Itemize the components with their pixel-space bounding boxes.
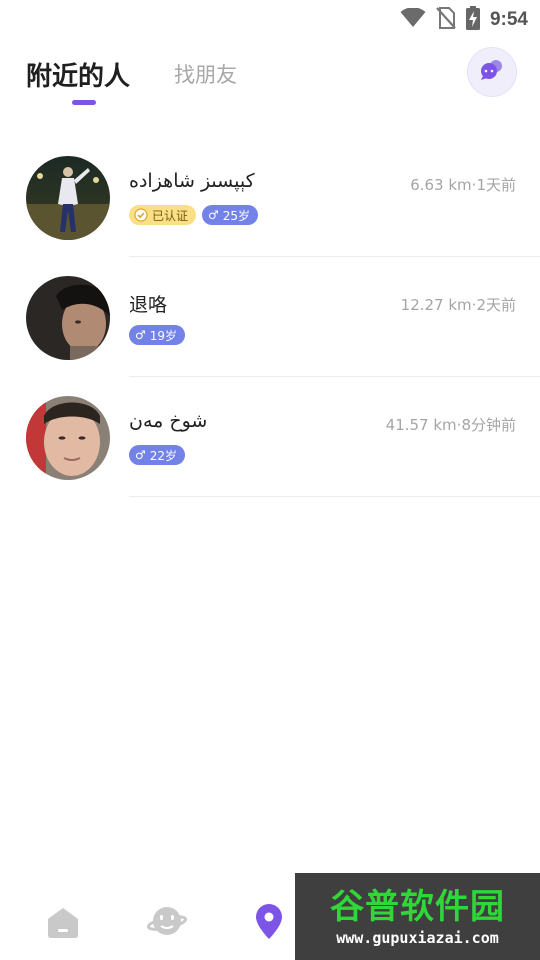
male-icon: ♂	[208, 208, 219, 222]
home-icon	[46, 905, 80, 943]
location-pin-icon	[254, 904, 284, 944]
male-icon: ♂	[135, 328, 146, 342]
male-icon: ♂	[135, 448, 146, 462]
user-badges: ♂ 22岁	[129, 445, 186, 465]
chat-button[interactable]	[468, 48, 516, 96]
user-row[interactable]: 退咯 12.27 km·2天前 ♂ 19岁	[0, 257, 540, 377]
user-name: شوخ مەن	[129, 410, 208, 432]
distance-time: 12.27 km·2天前	[401, 294, 516, 315]
avatar[interactable]	[26, 156, 110, 240]
distance-time: 41.57 km·8分钟前	[386, 414, 516, 435]
status-icons: 9:54	[400, 6, 528, 34]
avatar[interactable]	[26, 276, 110, 360]
user-badges: ♂ 19岁	[129, 325, 186, 345]
age: 19岁	[149, 328, 178, 343]
user-row[interactable]: شوخ مەن 41.57 km·8分钟前 ♂ 22岁	[0, 377, 540, 497]
planet-icon	[146, 904, 188, 944]
tab-active-indicator	[72, 100, 96, 105]
verified-badge: 已认证	[129, 205, 197, 225]
nav-home[interactable]	[39, 900, 87, 948]
nav-nearby[interactable]	[245, 900, 293, 948]
user-row[interactable]: كېپسىز شاھزادە 6.63 km·1天前 已认证 ♂ 25岁	[0, 137, 540, 257]
last-active: 8分钟前	[461, 416, 516, 434]
last-active: 1天前	[476, 176, 516, 194]
watermark-url: www.gupuxiazai.com	[336, 929, 499, 947]
watermark-title: 谷普软件园	[330, 887, 505, 927]
nav-discover[interactable]	[143, 900, 191, 948]
row-divider	[129, 496, 540, 497]
verified-label: 已认证	[152, 208, 189, 223]
tab-find-friends[interactable]: 找朋友	[174, 59, 237, 89]
wifi-icon	[400, 7, 426, 32]
header: 附近的人 找朋友	[0, 44, 540, 114]
nearby-user-list: كېپسىز شاھزادە 6.63 km·1天前 已认证 ♂ 25岁 退咯 …	[0, 137, 540, 497]
distance-time: 6.63 km·1天前	[410, 174, 516, 195]
avatar[interactable]	[26, 396, 110, 480]
distance: 6.63 km	[410, 176, 472, 194]
last-active: 2天前	[476, 296, 516, 314]
status-time: 9:54	[489, 9, 528, 30]
distance: 41.57 km	[385, 416, 457, 434]
gender-age-badge: ♂ 25岁	[202, 205, 259, 225]
check-circle-icon	[134, 208, 148, 222]
status-bar: 9:54	[0, 0, 540, 36]
no-sim-icon	[436, 7, 456, 33]
user-badges: 已认证 ♂ 25岁	[129, 205, 259, 225]
tab-nearby-people[interactable]: 附近的人	[26, 56, 130, 93]
gender-age-badge: ♂ 22岁	[129, 445, 186, 465]
watermark: 谷普软件园 www.gupuxiazai.com	[295, 873, 540, 960]
user-name: كېپسىز شاھزادە	[129, 170, 255, 192]
gender-age-badge: ♂ 19岁	[129, 325, 186, 345]
user-name: 退咯	[129, 294, 168, 316]
distance: 12.27 km	[400, 296, 472, 314]
age: 22岁	[149, 448, 178, 463]
chat-bubbles-icon	[479, 59, 505, 85]
battery-charging-icon	[465, 6, 480, 34]
age: 25岁	[222, 208, 251, 223]
